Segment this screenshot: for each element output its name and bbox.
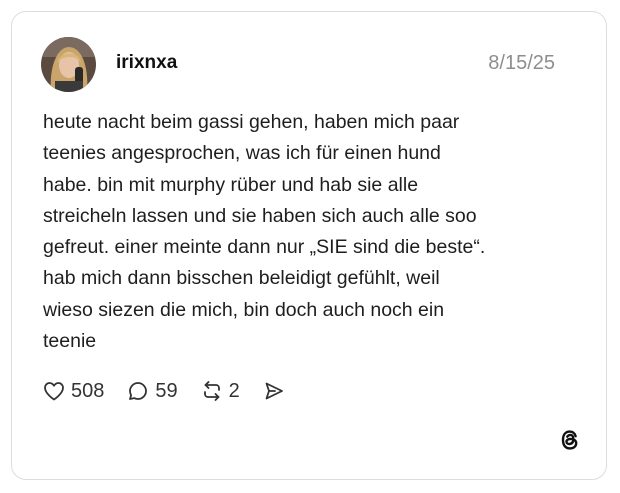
avatar[interactable] (41, 37, 96, 92)
repost-count: 2 (228, 379, 240, 402)
heart-icon (42, 379, 66, 403)
send-icon (262, 379, 286, 403)
post-text-line: teenie (43, 330, 97, 353)
post-text-line: heute nacht beim gassi gehen, haben mich… (43, 111, 460, 133)
post-text-line: gefreut. einer meinte dann nur „SIE sind… (43, 236, 486, 259)
share-button[interactable] (262, 379, 286, 403)
username[interactable]: irixnxa (116, 52, 177, 74)
repost-button[interactable]: 2 (200, 379, 240, 403)
post-text-line: wieso siezen die mich, bin doch auch noc… (43, 298, 445, 321)
reply-button[interactable]: 59 (126, 379, 178, 403)
like-button[interactable]: 508 (42, 379, 104, 403)
like-count: 508 (71, 379, 105, 402)
post-text-line: hab mich dann bisschen beleidigt gefühlt… (43, 267, 440, 290)
post-text: heute nacht beim gassi gehen, haben mich… (43, 107, 563, 357)
threads-logo-icon (557, 427, 583, 458)
repost-icon (200, 379, 224, 403)
action-bar: 508 59 2 (42, 376, 308, 406)
post-text-line: teenies angesprochen, was ich für einen … (43, 142, 441, 165)
reply-count: 59 (155, 379, 178, 402)
post-text-line: habe. bin mit murphy rüber und hab sie a… (43, 173, 419, 196)
post-text-line: streicheln lassen und sie haben sich auc… (43, 204, 477, 227)
comment-icon (126, 379, 150, 403)
post-date: 8/15/25 (488, 52, 555, 74)
